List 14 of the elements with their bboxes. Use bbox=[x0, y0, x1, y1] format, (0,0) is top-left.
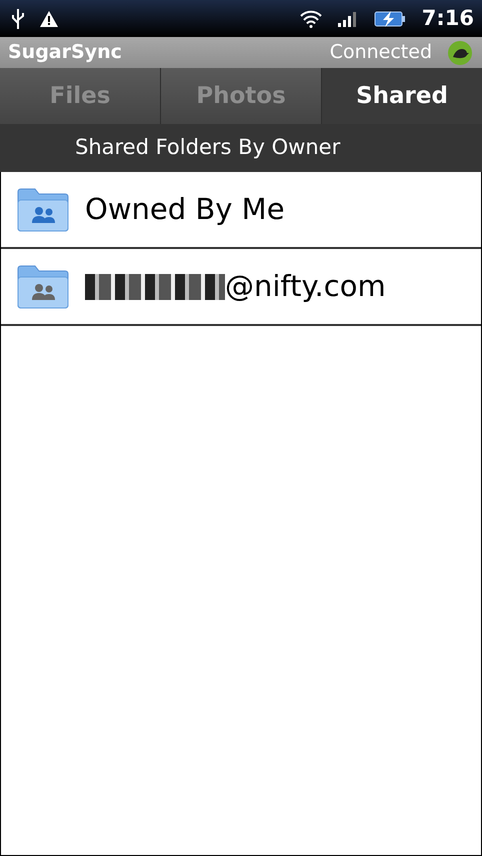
wifi-icon bbox=[300, 10, 322, 28]
usb-icon bbox=[12, 8, 24, 28]
shared-folder-icon bbox=[17, 264, 69, 308]
section-header: Shared Folders By Owner bbox=[0, 124, 482, 172]
app-title: SugarSync bbox=[8, 40, 123, 66]
warning-icon bbox=[40, 10, 58, 26]
shared-folder-icon bbox=[17, 188, 69, 232]
tab[interactable]: Shared bbox=[322, 68, 482, 124]
battery-icon bbox=[374, 10, 406, 28]
signal-icon bbox=[338, 10, 358, 26]
connection-status: Connected bbox=[330, 40, 432, 66]
folder-name: Owned By Me bbox=[85, 190, 285, 228]
folder-name: @nifty.com bbox=[225, 268, 386, 305]
clock-time: 7:16 bbox=[422, 4, 474, 32]
